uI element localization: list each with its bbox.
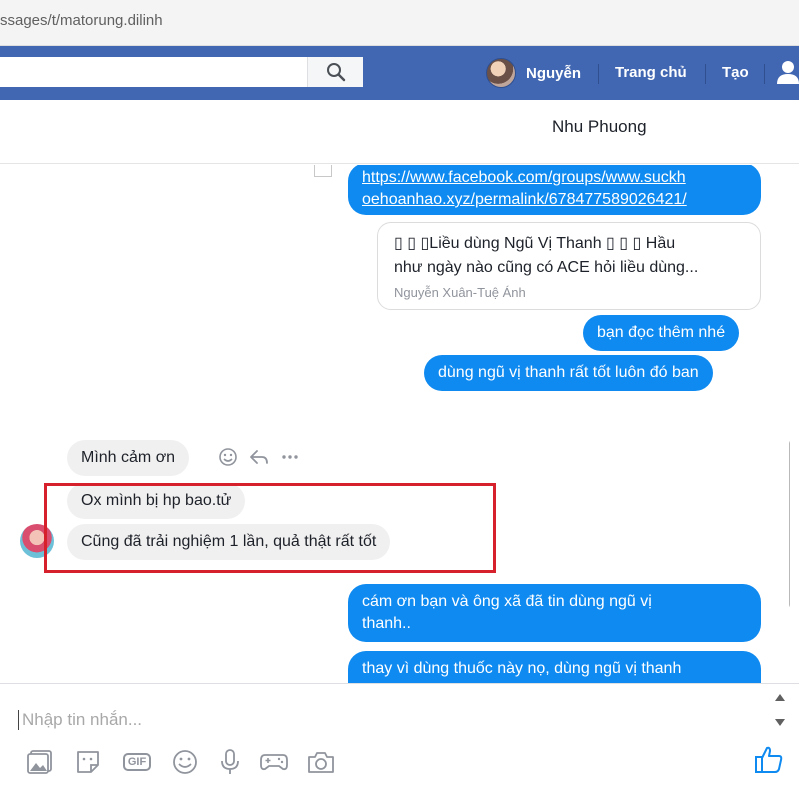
url-text[interactable]: ssages/t/matorung.dilinh [0,12,163,29]
search-input[interactable] [0,57,363,87]
nav-home-link[interactable]: Trang chủ [615,64,687,81]
photo-icon [27,750,52,774]
avatar [486,58,516,88]
chat-title[interactable]: Nhu Phuong [552,117,647,137]
nav-divider [598,64,599,84]
chat-header: Nhu Phuong [0,100,799,164]
smiley-icon[interactable] [218,447,238,467]
like-button[interactable] [752,742,786,776]
message-outgoing[interactable]: bạn đọc thêm nhé [583,315,740,351]
message-input[interactable]: Nhập tin nhắn... [18,710,142,730]
nav-divider [705,64,706,84]
message-outgoing[interactable]: thay vì dùng thuốc này nọ, dùng ngũ vị t… [348,651,761,683]
sticker-icon [77,751,99,773]
highlight-box [44,483,496,573]
game-icon [260,754,288,771]
message-outgoing[interactable]: cám ơn bạn và ông xã đã tin dùng ngũ vị … [348,584,761,642]
gif-icon: GIF [122,753,152,771]
nav-divider [764,64,765,84]
select-checkbox[interactable] [314,165,332,177]
nav-profile-link[interactable]: Nguyễn [486,56,581,90]
conversation-area[interactable]: https://www.facebook.com/groups/www.suck… [0,165,790,683]
search-button[interactable] [307,57,363,87]
nav-user-name: Nguyễn [526,64,582,82]
gif-button[interactable]: GIF [121,746,153,778]
games-button[interactable] [258,746,290,778]
voice-clip-button[interactable] [214,746,246,778]
facebook-top-nav: Nguyễn Trang chủ Tạo [0,46,799,100]
photo-button[interactable] [24,746,56,778]
preview-text-line: như ngày nào cũng có ACE hỏi liều dùng..… [394,259,699,276]
message-text-line: cám ơn bạn và ông xã đã tin dùng ngũ vị [362,593,652,610]
message-composer: Nhập tin nhắn... GIF [0,683,799,799]
browser-address-bar[interactable]: ssages/t/matorung.dilinh [0,0,799,46]
composer-scroll-arrows[interactable] [772,690,788,730]
sticker-button[interactable] [72,746,104,778]
message-link-line[interactable]: https://www.facebook.com/groups/www.suck… [362,167,747,189]
message-link-line[interactable]: oehoanhao.xyz/permalink/678477589026421/ [362,189,747,211]
nav-create-link[interactable]: Tạo [722,64,749,81]
emoji-icon [173,750,197,774]
message-text-line: thanh.. [362,615,411,632]
friend-requests-button[interactable] [777,60,799,89]
thumbs-up-icon [755,746,783,773]
friends-icon [777,61,799,84]
camera-icon [308,752,334,773]
reply-icon[interactable] [248,447,270,467]
emoji-button[interactable] [169,746,201,778]
conversation-scrollbar[interactable] [789,440,790,608]
message-outgoing[interactable]: dùng ngũ vị thanh rất tốt luôn đó ban [424,355,713,391]
message-outgoing-link[interactable]: https://www.facebook.com/groups/www.suck… [348,165,761,215]
search-icon [326,63,345,82]
preview-author: Nguyễn Xuân-Tuệ Ánh [394,285,526,300]
message-incoming[interactable]: Mình cảm ơn [67,440,190,476]
message-actions [218,447,300,467]
preview-text-line: ▯ ▯ ▯Liều dùng Ngũ Vị Thanh ▯ ▯ ▯ Hầu [394,235,676,252]
microphone-icon [221,749,239,774]
camera-button[interactable] [305,746,337,778]
more-icon[interactable] [280,447,300,467]
link-preview-card[interactable]: ▯ ▯ ▯Liều dùng Ngũ Vị Thanh ▯ ▯ ▯ Hầu nh… [377,222,761,310]
